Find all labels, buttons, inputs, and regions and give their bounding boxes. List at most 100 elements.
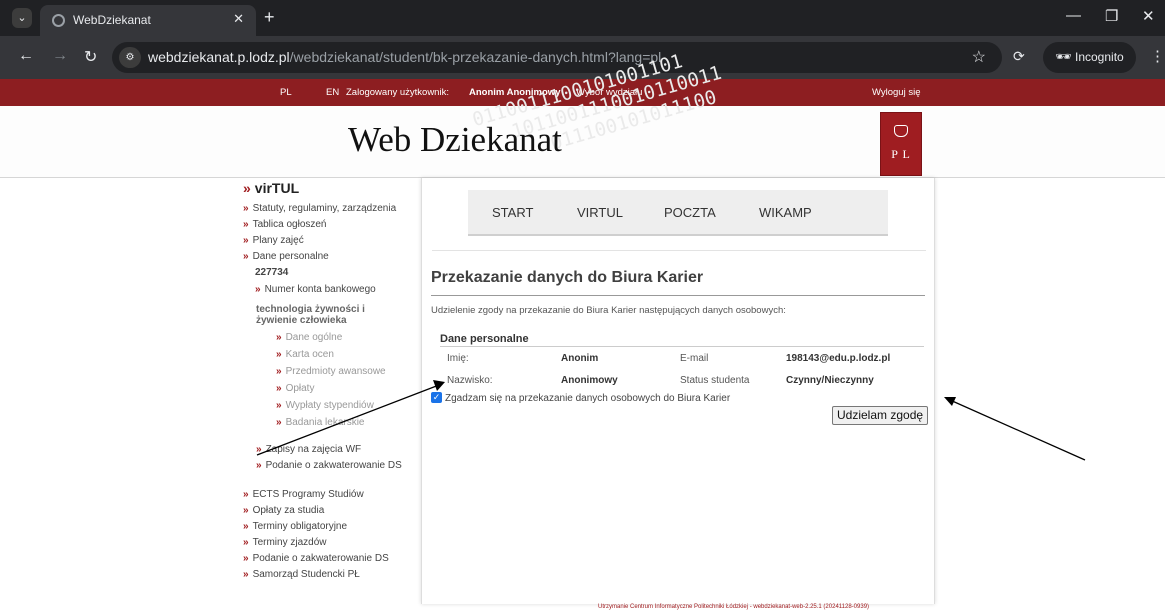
back-arrow-icon[interactable]: ← bbox=[18, 47, 34, 65]
chevron-right-icon: » bbox=[243, 489, 249, 500]
chevron-right-icon: » bbox=[256, 460, 262, 471]
sidebar-subitem[interactable]: » Opłaty bbox=[276, 383, 314, 394]
last-name-label: Nazwisko: bbox=[447, 375, 493, 386]
incognito-icon: 🕶 bbox=[1055, 49, 1072, 64]
sidebar-subitem[interactable]: » Wypłaty stypendiów bbox=[276, 400, 374, 411]
page-footer: Utrzymanie Centrum Informatyczne Politec… bbox=[598, 604, 870, 610]
chevron-right-icon: » bbox=[276, 417, 282, 428]
university-logo[interactable]: P L bbox=[880, 112, 922, 176]
chevron-right-icon: » bbox=[243, 251, 249, 262]
sidebar-item[interactable]: » Terminy obligatoryjne bbox=[243, 521, 347, 532]
chevron-right-icon: » bbox=[243, 569, 249, 580]
logged-user-label: Zalogowany użytkownik: bbox=[346, 87, 449, 98]
sidebar-item[interactable]: » ECTS Programy Studiów bbox=[243, 489, 364, 500]
sidebar-item[interactable]: » Samorząd Studencki PŁ bbox=[243, 569, 360, 580]
sidebar-heading[interactable]: » virTUL bbox=[243, 180, 299, 196]
program-name-line1: technologia żywności i bbox=[256, 304, 365, 315]
email-label: E-mail bbox=[680, 353, 709, 364]
sidebar-item[interactable]: » Tablica ogłoszeń bbox=[243, 219, 327, 230]
sidebar-item[interactable]: » Terminy zjazdów bbox=[243, 537, 326, 548]
close-window-icon[interactable]: ✕ bbox=[1142, 7, 1155, 25]
sidebar-item-bank[interactable]: » Numer konta bankowego bbox=[255, 284, 376, 295]
student-id: 227734 bbox=[255, 267, 289, 278]
chevron-right-icon: » bbox=[256, 444, 262, 455]
crest-icon bbox=[894, 125, 908, 137]
site-title: Web Dziekanat bbox=[348, 120, 562, 159]
email-value: 198143@edu.p.lodz.pl bbox=[786, 353, 891, 364]
tab-title: WebDziekanat bbox=[73, 13, 151, 27]
chevron-right-icon: » bbox=[276, 366, 282, 377]
section-heading: Dane personalne bbox=[440, 333, 529, 345]
chevron-down-icon[interactable]: ⌄ bbox=[12, 8, 32, 28]
logo-letters: P L bbox=[891, 147, 911, 161]
chevron-right-icon: » bbox=[255, 284, 261, 295]
tab-start[interactable]: START bbox=[492, 205, 533, 220]
annotation-arrow-right bbox=[949, 399, 1086, 461]
chevron-right-icon: » bbox=[243, 505, 249, 516]
url-host: webdziekanat.p.lodz.pl bbox=[148, 49, 290, 65]
close-icon[interactable]: ✕ bbox=[233, 11, 244, 27]
incognito-label: Incognito bbox=[1075, 50, 1124, 64]
lang-pl-link[interactable]: PL bbox=[280, 87, 292, 98]
chevron-right-icon: » bbox=[276, 400, 282, 411]
chevron-right-icon: » bbox=[276, 383, 282, 394]
last-name-value: Anonimowy bbox=[561, 375, 618, 386]
browser-toolbar: ← → ↻ ⚙ webdziekanat.p.lodz.pl/webdzieka… bbox=[0, 36, 1165, 79]
consent-label[interactable]: Zgadzam się na przekazanie danych osobow… bbox=[445, 393, 730, 404]
chevron-right-icon: » bbox=[243, 235, 249, 246]
chevron-right-icon: » bbox=[276, 332, 282, 343]
lang-en-link[interactable]: EN bbox=[326, 87, 339, 98]
restore-icon[interactable]: ❐ bbox=[1105, 7, 1118, 25]
tab-poczta[interactable]: POCZTA bbox=[664, 205, 716, 220]
sidebar-item[interactable]: » Podanie o zakwaterowanie DS bbox=[243, 553, 389, 564]
sidebar-subitem[interactable]: » Karta ocen bbox=[276, 349, 334, 360]
sidebar-subitem[interactable]: » Przedmioty awansowe bbox=[276, 366, 386, 377]
reload-icon[interactable]: ↻ bbox=[84, 47, 97, 67]
chevron-right-icon: » bbox=[243, 219, 249, 230]
minimize-icon[interactable]: — bbox=[1066, 7, 1081, 24]
site-banner: 0110011100101001101 1011001110010110011 … bbox=[0, 50, 1165, 178]
forward-arrow-icon[interactable]: → bbox=[52, 47, 68, 65]
url-path: /webdziekanat/student/bk-przekazanie-dan… bbox=[289, 49, 662, 65]
star-icon[interactable]: ☆ bbox=[972, 47, 986, 67]
sidebar-subitem[interactable]: » Badania lekarskie bbox=[276, 417, 365, 428]
screenshot-root: ⌄ WebDziekanat ✕ + — ❐ ✕ ← → ↻ ⚙ webdzie… bbox=[0, 0, 1165, 614]
chevron-right-icon: » bbox=[243, 521, 249, 532]
chevron-right-icon: » bbox=[243, 180, 251, 196]
address-bar[interactable]: ⚙ webdziekanat.p.lodz.pl/webdziekanat/st… bbox=[112, 42, 1002, 73]
tab-wikamp[interactable]: WIKAMP bbox=[759, 205, 812, 220]
extension-icon[interactable]: ⟳ bbox=[1013, 48, 1025, 65]
give-consent-button[interactable]: Udzielam zgodę bbox=[832, 406, 929, 425]
sidebar-item[interactable]: » Dane personalne bbox=[243, 251, 329, 262]
url-text[interactable]: webdziekanat.p.lodz.pl/webdziekanat/stud… bbox=[148, 49, 661, 65]
tune-icon[interactable]: ⚙ bbox=[119, 47, 141, 68]
globe-icon bbox=[52, 14, 65, 27]
main-nav: START VIRTUL POCZTA WIKAMP bbox=[468, 190, 888, 236]
program-name-line2: żywienie człowieka bbox=[256, 315, 347, 326]
sidebar-subitem[interactable]: » Dane ogólne bbox=[276, 332, 342, 343]
logout-link[interactable]: Wyloguj się bbox=[872, 87, 921, 98]
new-tab-button[interactable]: + bbox=[264, 7, 275, 28]
sidebar-item[interactable]: » Plany zajęć bbox=[243, 235, 304, 246]
intro-text: Udzielenie zgody na przekazanie do Biura… bbox=[431, 305, 786, 316]
chevron-right-icon: » bbox=[243, 537, 249, 548]
consent-checkbox[interactable]: ✓ bbox=[431, 392, 442, 403]
student-status-value: Czynny/Nieczynny bbox=[786, 375, 874, 386]
page-title: Przekazanie danych do Biura Karier bbox=[431, 269, 704, 286]
first-name-label: Imię: bbox=[447, 353, 469, 364]
student-status-label: Status studenta bbox=[680, 375, 750, 386]
chevron-right-icon: » bbox=[276, 349, 282, 360]
chevron-right-icon: » bbox=[243, 553, 249, 564]
chevron-right-icon: » bbox=[243, 203, 249, 214]
browser-tab-strip: ⌄ WebDziekanat ✕ + — ❐ ✕ bbox=[0, 0, 1165, 36]
browser-tab[interactable]: WebDziekanat ✕ bbox=[40, 5, 256, 36]
divider bbox=[432, 250, 926, 251]
tab-virtul[interactable]: VIRTUL bbox=[577, 205, 623, 220]
title-underline bbox=[431, 295, 925, 296]
sidebar-item-wf[interactable]: » Zapisy na zajęcia WF bbox=[256, 444, 361, 455]
kebab-icon[interactable]: ⋮ bbox=[1150, 47, 1165, 65]
sidebar-item[interactable]: » Statuty, regulaminy, zarządzenia bbox=[243, 203, 396, 214]
sidebar-item-ds[interactable]: » Podanie o zakwaterowanie DS bbox=[256, 460, 402, 471]
sidebar-item[interactable]: » Opłaty za studia bbox=[243, 505, 324, 516]
incognito-indicator[interactable]: 🕶 Incognito bbox=[1043, 42, 1136, 73]
